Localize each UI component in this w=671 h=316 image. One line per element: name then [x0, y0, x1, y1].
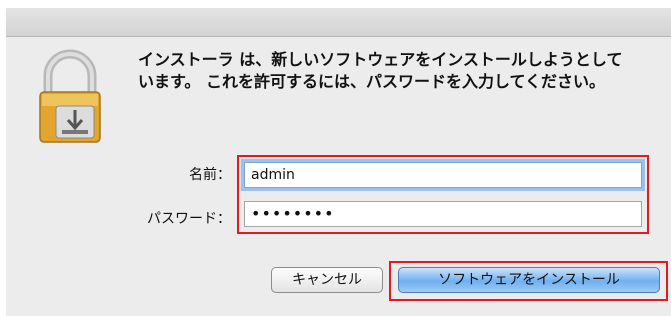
password-label: パスワード： — [147, 211, 231, 227]
name-label: 名前： — [189, 167, 231, 183]
cancel-button[interactable]: キャンセル — [271, 267, 383, 293]
window-titlebar — [6, 8, 671, 37]
dialog-message: インストーラ は、新しいソフトウェアをインストールしようとしています。 これを許… — [138, 50, 623, 91]
password-input[interactable]: •••••••• — [244, 201, 642, 227]
install-software-button[interactable]: ソフトウェアをインストール — [398, 267, 660, 293]
padlock-with-install-disk-icon — [39, 49, 101, 143]
name-input[interactable]: admin — [244, 162, 642, 188]
